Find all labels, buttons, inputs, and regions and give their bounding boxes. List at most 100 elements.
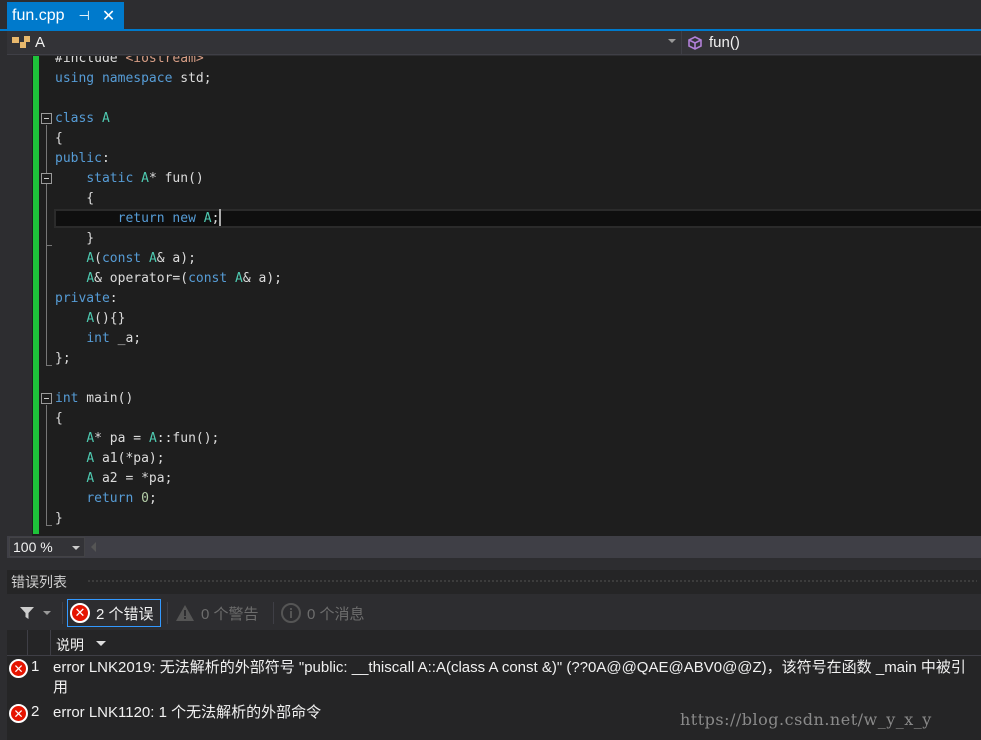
fold-end [46,365,52,366]
code-line[interactable] [55,369,282,389]
code-token: } [55,511,63,526]
error-number: 1 [31,658,40,675]
code-token: (){} [94,311,126,326]
code-line[interactable]: return 0; [55,489,282,509]
code-line[interactable]: A a2 = *pa; [55,469,282,489]
errors-filter-button[interactable]: ✕ 2 个错误 [67,599,161,627]
code-token: & a); [242,271,282,286]
code-token: & a); [156,251,196,266]
pin-icon[interactable]: ⊣ [78,8,89,24]
warnings-filter-button[interactable]: 0 个警告 [175,599,259,627]
code-line[interactable]: public: [55,149,282,169]
column-description[interactable]: 说明 [56,635,84,655]
code-token: new [172,211,196,226]
column-header: 说明 [7,630,981,656]
code-token: return [117,211,165,226]
code-line[interactable]: A& operator=(const A& a); [55,269,282,289]
code-line[interactable]: { [55,189,282,209]
code-token: <iostream> [125,56,204,66]
tab-bar: fun.cpp ⊣ ✕ [0,0,981,31]
code-token: ( [94,251,102,266]
code-text[interactable]: #include <iostream> using namespace std; … [55,56,282,529]
member-label: fun() [709,34,740,51]
text-caret [219,209,222,226]
code-token: & operator=( [94,271,189,286]
code-line[interactable] [55,89,282,109]
column-divider[interactable] [27,630,28,656]
zoom-level: 100 % [13,539,53,555]
code-token: return [86,491,134,506]
sort-chevron-icon[interactable] [96,641,106,646]
code-token: { [55,131,63,146]
code-token: A [86,311,95,326]
code-line[interactable]: int _a; [55,329,282,349]
code-line[interactable]: { [55,129,282,149]
code-line[interactable]: private: [55,289,282,309]
code-token: int [55,391,79,406]
code-token: A [101,111,110,126]
fold-toggle-fun[interactable] [41,173,52,184]
column-divider[interactable] [50,630,51,656]
code-line[interactable]: A(){} [55,309,282,329]
zoom-dropdown[interactable]: 100 % [9,537,85,557]
code-line[interactable]: static A* fun() [55,169,282,189]
code-line[interactable]: }; [55,349,282,369]
code-line[interactable]: } [55,229,282,249]
code-editor[interactable]: #include <iostream> using namespace std; … [7,56,981,536]
code-token: A [141,171,149,186]
code-line[interactable]: A* pa = A::fun(); [55,429,282,449]
code-line[interactable]: #include <iostream> [55,56,282,69]
code-token: A [203,211,212,226]
chevron-down-icon [43,611,51,615]
messages-label: 0 个消息 [307,605,365,623]
code-line[interactable]: } [55,509,282,529]
code-token: #include [55,56,126,66]
fold-toggle-main[interactable] [41,393,52,404]
fold-line [46,239,47,365]
watermark: https://blog.csdn.net/w_y_x_y [680,710,932,729]
scope-label: A [35,34,46,51]
code-token: a1(*pa); [94,451,165,466]
code-line[interactable]: int main() [55,389,282,409]
scope-dropdown[interactable]: A [7,31,682,54]
warning-icon [176,605,194,621]
code-token: private [55,291,110,306]
member-dropdown[interactable]: fun() [687,31,740,54]
filter-button[interactable] [19,599,51,627]
panel-grip[interactable] [87,579,977,584]
code-token: }; [55,351,71,366]
code-token: a2 = *pa; [94,471,173,486]
code-line[interactable]: return new A; [55,209,282,229]
indicator-margin [7,56,32,536]
code-line[interactable]: A a1(*pa); [55,449,282,469]
panel-title: 错误列表 [11,574,67,590]
code-token: using [55,71,95,86]
change-tracking-bar [33,56,39,534]
code-token: static [86,171,134,186]
scroll-left-arrow[interactable] [91,542,96,552]
chevron-down-icon [668,39,676,43]
fold-toggle-class[interactable] [41,113,52,124]
code-line[interactable]: using namespace std; [55,69,282,89]
close-icon[interactable]: ✕ [102,6,115,26]
code-token: const [188,271,228,286]
tab-fun-cpp[interactable]: fun.cpp ⊣ ✕ [7,2,124,29]
code-token: namespace [101,71,173,86]
code-line[interactable]: { [55,409,282,429]
code-line[interactable]: class A [55,109,282,129]
code-line[interactable]: A(const A& a); [55,249,282,269]
messages-filter-button[interactable]: 0 个消息 [281,599,365,627]
code-token: std; [172,71,212,86]
filter-icon [20,607,34,619]
code-token: A [148,251,157,266]
divider [273,602,274,624]
